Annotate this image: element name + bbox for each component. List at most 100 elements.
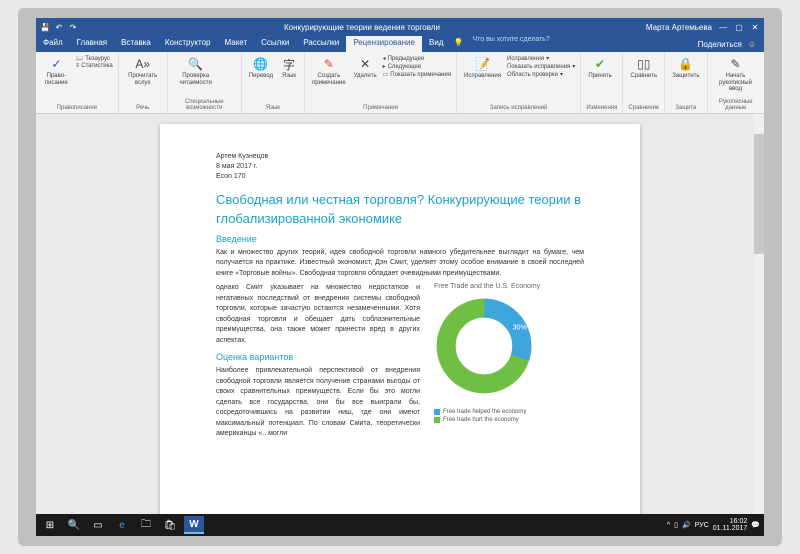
start-button[interactable]: ⊞ <box>40 516 60 534</box>
new-comment-icon: ✎ <box>321 56 337 72</box>
tell-me-input[interactable]: Что вы хотите сделать? <box>466 36 549 52</box>
accessibility-button[interactable]: 🔍 Проверка читаемости <box>173 55 219 87</box>
ribbon-group-speech: A» Прочитать вслух Речь <box>119 52 168 113</box>
document-title: Конкурирующие теории ведения торговли <box>284 23 440 32</box>
track-changes-button[interactable]: 📝 Исправления <box>462 55 503 81</box>
ribbon-group-compare: ▯▯ Сравнить Сравнение <box>623 52 665 113</box>
ribbon-group-language: 🌐 Перевод 字 Язык Язык <box>242 52 305 113</box>
tray-network-icon[interactable]: ▯ <box>674 521 678 529</box>
compare-button[interactable]: ▯▯ Сравнить <box>628 55 659 81</box>
taskbar: ⊞ 🔍 ▭ e 🗀 🛍 W ^ ▯ 🔊 РУС 16:02 01.11.2017… <box>36 514 764 536</box>
store-icon[interactable]: 🛍 <box>160 516 180 534</box>
smiley-icon[interactable]: ☺ <box>748 40 756 49</box>
save-icon[interactable]: 💾 <box>40 22 50 32</box>
share-button[interactable]: Поделиться <box>698 40 742 49</box>
legend-swatch <box>434 417 440 423</box>
tray-time[interactable]: 16:02 <box>713 518 748 525</box>
ribbon-group-changes: ✔ Принять Изменения <box>581 52 623 113</box>
screen: 💾 ↶ ↷ Конкурирующие теории ведения торго… <box>36 18 764 536</box>
statistics-button[interactable]: ≡Статистика <box>76 63 113 69</box>
tab-design[interactable]: Конструктор <box>158 36 218 52</box>
ribbon-group-comments: ✎ Создать примечание ✕ Удалить ◂Предыдущ… <box>305 52 457 113</box>
spelling-button[interactable]: ✓ Право- писание <box>41 55 72 87</box>
user-name: Марта Артемьева <box>646 23 712 32</box>
protect-button[interactable]: 🔒 Защитить <box>670 55 701 81</box>
prev-comment-button[interactable]: ◂Предыдущее <box>383 55 451 62</box>
ribbon-group-ink: ✎ Начать рукописный ввод Рукописные данн… <box>708 52 764 113</box>
chart-title: Free Trade and the U.S. Economy <box>434 283 584 290</box>
document-area: Артем Кузнецов 8 мая 2017 г. Econ 170 Св… <box>36 114 764 522</box>
display-mode-dropdown[interactable]: Исправления ▾ <box>507 55 575 62</box>
next-icon: ▸ <box>383 63 386 70</box>
accept-button[interactable]: ✔ Принять <box>586 55 613 81</box>
doc-author: Артем Кузнецов <box>216 152 584 162</box>
maximize-icon[interactable]: ▢ <box>734 22 744 32</box>
start-inking-button[interactable]: ✎ Начать рукописный ввод <box>713 55 759 94</box>
tab-file[interactable]: Файл <box>36 36 70 52</box>
spelling-icon: ✓ <box>48 56 64 72</box>
tray-up-icon[interactable]: ^ <box>667 522 670 529</box>
new-comment-button[interactable]: ✎ Создать примечание <box>310 55 348 87</box>
ribbon-group-accessibility: 🔍 Проверка читаемости Специальные возмож… <box>168 52 242 113</box>
menu-bar: Файл Главная Вставка Конструктор Макет С… <box>36 36 764 52</box>
next-comment-button[interactable]: ▸Следующее <box>383 63 451 70</box>
doc-subheading-intro: Введение <box>216 234 584 244</box>
page: Артем Кузнецов 8 мая 2017 г. Econ 170 Св… <box>160 124 640 522</box>
doc-subheading-options: Оценка вариантов <box>216 352 420 362</box>
language-icon: 字 <box>281 56 297 72</box>
vertical-scrollbar[interactable] <box>754 114 764 522</box>
stats-icon: ≡ <box>76 63 80 69</box>
show-icon: ▭ <box>383 71 389 78</box>
chart-label-30: 30% <box>513 324 528 332</box>
ribbon-group-spelling: ✓ Право- писание 📖Тезаурус ≡Статистика П… <box>36 52 119 113</box>
tab-references[interactable]: Ссылки <box>254 36 296 52</box>
delete-comment-icon: ✕ <box>357 56 373 72</box>
reviewing-pane-dropdown[interactable]: Область проверки ▾ <box>507 71 575 78</box>
tab-home[interactable]: Главная <box>70 36 114 52</box>
lightbulb-icon: 💡 <box>450 36 466 52</box>
doc-heading: Свободная или честная торговля? Конкурир… <box>216 191 584 227</box>
word-icon[interactable]: W <box>184 516 204 534</box>
delete-comment-button[interactable]: ✕ Удалить <box>352 55 379 81</box>
ribbon-group-tracking: 📝 Исправления Исправления ▾ Показать исп… <box>457 52 581 113</box>
ribbon: ✓ Право- писание 📖Тезаурус ≡Статистика П… <box>36 52 764 114</box>
read-aloud-button[interactable]: A» Прочитать вслух <box>124 55 162 87</box>
minimize-icon[interactable]: — <box>718 22 728 32</box>
accessibility-icon: 🔍 <box>188 56 204 72</box>
tab-insert[interactable]: Вставка <box>114 36 158 52</box>
translate-icon: 🌐 <box>253 56 269 72</box>
scroll-thumb[interactable] <box>754 134 764 254</box>
book-icon: 📖 <box>76 55 83 62</box>
chart-label-70: 70% <box>460 357 475 365</box>
close-icon[interactable]: ✕ <box>750 22 760 32</box>
thesaurus-button[interactable]: 📖Тезаурус <box>76 55 113 62</box>
tab-layout[interactable]: Макет <box>217 36 254 52</box>
task-view-icon[interactable]: ▭ <box>88 516 108 534</box>
tray-volume-icon[interactable]: 🔊 <box>682 521 691 529</box>
undo-icon[interactable]: ↶ <box>54 22 64 32</box>
show-markup-dropdown[interactable]: Показать исправления ▾ <box>507 63 575 70</box>
tab-review[interactable]: Рецензирование <box>346 36 422 52</box>
prev-icon: ◂ <box>383 55 386 62</box>
language-button[interactable]: 字 Язык <box>279 55 299 81</box>
doc-paragraph: однако Смит указывает на множество недос… <box>216 283 420 346</box>
accept-icon: ✔ <box>592 56 608 72</box>
tray-date[interactable]: 01.11.2017 <box>713 525 748 532</box>
show-comments-button[interactable]: ▭Показать примечания <box>383 71 451 78</box>
tab-mailings[interactable]: Рассылки <box>296 36 346 52</box>
pen-icon: ✎ <box>728 56 744 72</box>
doc-course: Econ 170 <box>216 172 584 182</box>
doc-paragraph: Как и множество других теорий, идея своб… <box>216 248 584 280</box>
notifications-icon[interactable]: 💬 <box>751 521 760 529</box>
tray-language[interactable]: РУС <box>695 522 709 529</box>
explorer-icon[interactable]: 🗀 <box>136 516 156 534</box>
chart-legend: Free trade helped the economy Free trade… <box>434 409 584 423</box>
doc-paragraph: Наиболее привлекательной перспективой от… <box>216 366 420 440</box>
lock-icon: 🔒 <box>678 56 694 72</box>
translate-button[interactable]: 🌐 Перевод <box>247 55 275 81</box>
tab-view[interactable]: Вид <box>422 36 450 52</box>
edge-icon[interactable]: e <box>112 516 132 534</box>
donut-chart: 30% 70% <box>434 296 534 396</box>
search-icon[interactable]: 🔍 <box>64 516 84 534</box>
redo-icon[interactable]: ↷ <box>68 22 78 32</box>
